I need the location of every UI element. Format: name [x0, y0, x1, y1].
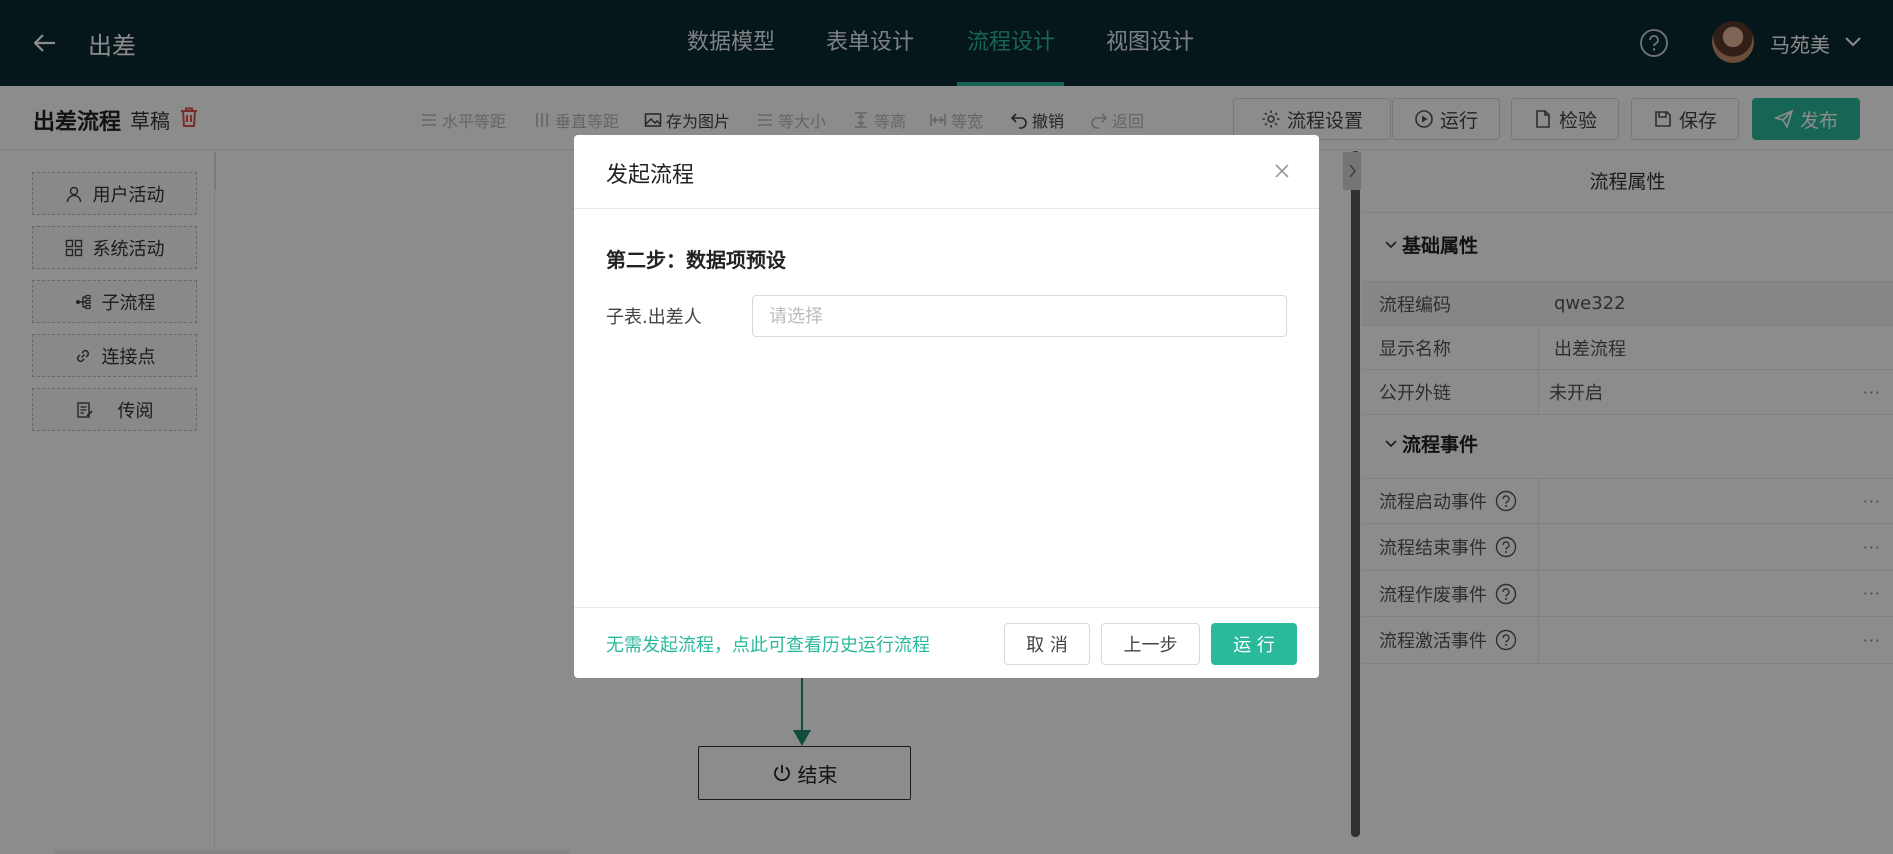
- start-flow-dialog: 发起流程 第二步：数据项预设 子表.出差人 无需发起流程，点此可查看历史运行流程…: [574, 135, 1319, 678]
- field-label: 子表.出差人: [606, 307, 702, 328]
- history-runs-link[interactable]: 无需发起流程，点此可查看历史运行流程: [606, 631, 930, 657]
- dialog-title: 发起流程: [606, 163, 695, 188]
- close-icon[interactable]: [1272, 161, 1292, 181]
- divider: [574, 208, 1319, 209]
- previous-step-button[interactable]: 上一步: [1101, 623, 1200, 665]
- run-button[interactable]: 运 行: [1211, 623, 1297, 665]
- step-title: 第二步：数据项预设: [606, 248, 786, 272]
- cancel-button[interactable]: 取 消: [1004, 623, 1090, 665]
- traveler-select[interactable]: [752, 295, 1287, 337]
- divider: [574, 607, 1319, 608]
